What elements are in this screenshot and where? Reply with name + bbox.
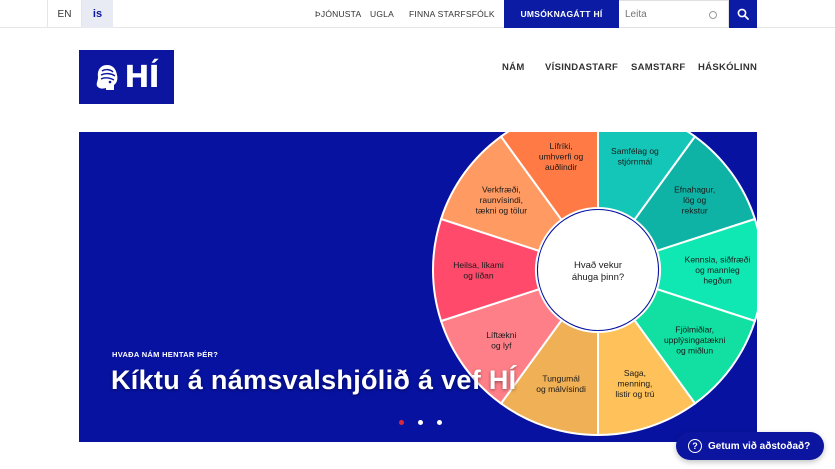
athena-head-icon — [97, 65, 118, 90]
nav-nam[interactable]: NÁM — [502, 62, 525, 76]
application-portal-button[interactable]: UMSÓKNAGÁTT HÍ — [504, 0, 619, 28]
top-link-finna-starfsfolk[interactable]: FINNA STARFSFÓLK — [409, 0, 495, 28]
search-button[interactable] — [729, 0, 757, 28]
nav-visindastarf[interactable]: VÍSINDASTARF — [545, 62, 618, 76]
top-link-thjonusta[interactable]: ÞJÓNUSTA — [315, 0, 361, 28]
wheel-segment-label: Tungumál og málvísindi — [536, 373, 586, 394]
search-icon — [737, 8, 749, 20]
hero-headline[interactable]: Kíktu á námsvalshjólið á vef HÍ — [111, 365, 516, 396]
nav-haskolinn[interactable]: HÁSKÓLINN — [698, 62, 757, 76]
nav-samstarf[interactable]: SAMSTARF — [631, 62, 685, 76]
search-clear-icon[interactable] — [709, 11, 717, 19]
hero-eyebrow: HVAÐA NÁM HENTAR ÞÉR? — [112, 350, 219, 359]
carousel-dot[interactable] — [399, 420, 404, 425]
wheel-segment-label: Samfélag og stjórnmál — [611, 146, 659, 167]
logo-text: HÍ — [124, 59, 159, 95]
carousel-dot[interactable] — [418, 420, 423, 425]
hi-logo[interactable]: HÍ — [79, 50, 174, 104]
hero-carousel[interactable]: Samfélag og stjórnmál Efnahagur, lög og reks… — [79, 132, 757, 442]
top-link-ugla[interactable]: UGLA — [370, 0, 394, 28]
search-box — [619, 0, 729, 28]
top-utility-bar: EN is ÞJÓNUSTA UGLA FINNA STARFSFÓLK UMS… — [0, 0, 835, 28]
question-icon: ? — [688, 439, 702, 453]
search-input[interactable] — [619, 1, 699, 27]
language-is-link[interactable]: is — [82, 0, 113, 28]
wheel-center-label: Hvað vekur áhuga þinn? — [572, 260, 624, 283]
carousel-dots — [399, 420, 442, 425]
carousel-dot[interactable] — [437, 420, 442, 425]
language-en-link[interactable]: EN — [47, 0, 82, 28]
help-chat-button[interactable]: ? Getum við aðstoðað? — [676, 432, 824, 460]
help-label: Getum við aðstoðað? — [708, 440, 811, 452]
wheel-segment-label: Verkfræði, raunvísindi, tækni og tölur — [476, 184, 528, 215]
